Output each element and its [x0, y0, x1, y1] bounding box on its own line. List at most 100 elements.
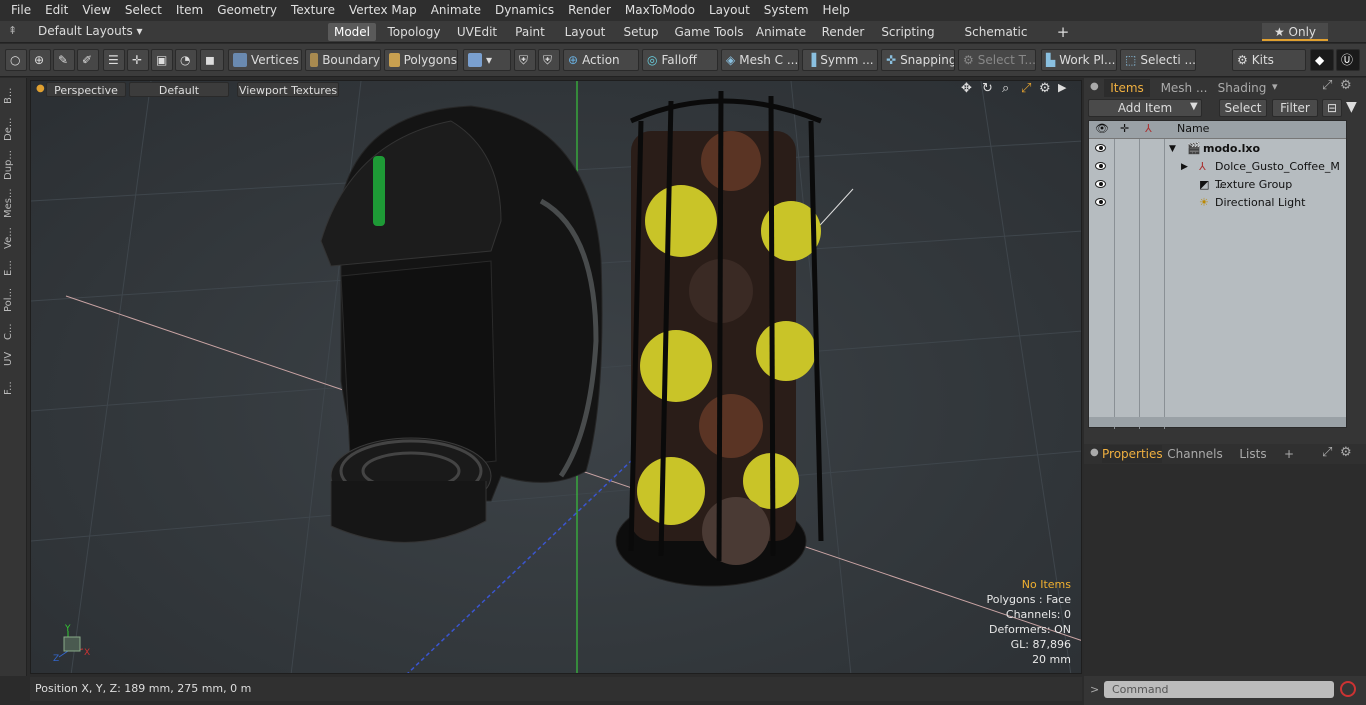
polygons-button[interactable]: Polygons	[384, 49, 458, 71]
side-tab-mesh-edit[interactable]: Mes...	[3, 186, 23, 220]
menu-system[interactable]: System	[757, 0, 816, 21]
maximize-icon[interactable]: ⤢	[1021, 81, 1031, 96]
tab-animate[interactable]: Animate	[754, 23, 808, 41]
menu-render[interactable]: Render	[561, 0, 618, 21]
rotate-icon[interactable]: ◔	[175, 49, 197, 71]
unreal-logo-icon[interactable]: Ⓤ	[1336, 49, 1360, 71]
menu-geometry[interactable]: Geometry	[210, 0, 284, 21]
properties-settings-icon[interactable]: ⚙	[1340, 445, 1352, 460]
globe-icon[interactable]: ⊕	[29, 49, 51, 71]
side-tab-curve[interactable]: C...	[3, 320, 23, 344]
view-type-dropdown[interactable]: Perspective	[46, 82, 126, 97]
viewport-menu-icon[interactable]: ●	[36, 83, 45, 94]
menu-dynamics[interactable]: Dynamics	[488, 0, 561, 21]
only-toggle[interactable]: ★ Only	[1262, 23, 1328, 41]
menu-edit[interactable]: Edit	[38, 0, 75, 21]
add-tab-button[interactable]: +	[1054, 23, 1072, 41]
item-row-scene[interactable]: ▼ 🎬 modo.lxo	[1089, 140, 1348, 158]
menu-file[interactable]: File	[4, 0, 38, 21]
tab-game-tools[interactable]: Game Tools	[673, 23, 745, 41]
shield-icon[interactable]: ⛨	[514, 49, 536, 71]
tab-layout[interactable]: Layout	[559, 23, 611, 41]
orbit-icon[interactable]: ↻	[982, 81, 993, 96]
item-row-texture-group[interactable]: ◩ Texture Group	[1089, 176, 1348, 194]
lock-column-icon[interactable]: ✛	[1120, 122, 1129, 135]
tab-uvedit[interactable]: UVEdit	[452, 23, 502, 41]
collapse-icon[interactable]: ⊟	[1322, 99, 1342, 117]
tab-schematic-fusion[interactable]: Schematic Fusion	[948, 23, 1044, 57]
tab-topology[interactable]: Topology	[385, 23, 443, 41]
eye-icon[interactable]	[1095, 198, 1106, 206]
tab-model[interactable]: Model	[328, 23, 376, 41]
properties-menu-icon[interactable]: ●	[1090, 447, 1099, 458]
eye-icon[interactable]	[1095, 162, 1106, 170]
side-tab-deform[interactable]: De...	[3, 114, 23, 144]
tab-overflow-icon[interactable]: ▾	[1272, 80, 1278, 93]
menu-animate[interactable]: Animate	[424, 0, 488, 21]
eye-icon[interactable]	[1095, 180, 1106, 188]
circle-select-icon[interactable]: ○	[5, 49, 27, 71]
menu-vertex-map[interactable]: Vertex Map	[342, 0, 424, 21]
mesh-constraint-button[interactable]: ◈ Mesh C ...	[721, 49, 799, 71]
panel-expand-icon[interactable]: ⤢	[1322, 78, 1332, 93]
type-column-icon[interactable]: ⅄	[1145, 122, 1152, 135]
viewport-settings-icon[interactable]: ⚙	[1039, 81, 1051, 96]
select-through-button[interactable]: ⚙ Select T...	[958, 49, 1036, 71]
vertices-button[interactable]: Vertices	[228, 49, 302, 71]
record-icon[interactable]	[1340, 681, 1356, 697]
pan-icon[interactable]: ✥	[961, 81, 972, 96]
selection-sets-button[interactable]: ⬚ Selecti ...	[1120, 49, 1196, 71]
tab-properties[interactable]: Properties	[1102, 445, 1163, 463]
tab-setup[interactable]: Setup	[620, 23, 662, 41]
tab-paint[interactable]: Paint	[512, 23, 548, 41]
tab-render[interactable]: Render	[818, 23, 868, 41]
tab-shading[interactable]: Shading	[1216, 79, 1268, 97]
side-tab-fusion[interactable]: F...	[3, 374, 23, 402]
boundary-button[interactable]: Boundary	[305, 49, 381, 71]
3d-viewport[interactable]: Y X Z ● Perspective Default Viewport Tex…	[30, 80, 1082, 674]
zoom-icon[interactable]: ⌕	[1002, 81, 1009, 96]
item-row-light[interactable]: ☀ Directional Light	[1089, 194, 1348, 212]
material-dropdown[interactable]: ▾	[463, 49, 511, 71]
menu-maxtomodo[interactable]: MaxToModo	[618, 0, 702, 21]
visibility-column-icon[interactable]: 👁	[1095, 122, 1109, 135]
center-icon[interactable]: ✛	[127, 49, 149, 71]
shading-dropdown[interactable]: Default	[129, 82, 229, 97]
tab-scripting[interactable]: Scripting	[878, 23, 938, 41]
tab-lists[interactable]: Lists	[1228, 445, 1278, 463]
select-button[interactable]: Select	[1219, 99, 1267, 117]
tab-mesh[interactable]: Mesh ...	[1156, 79, 1212, 97]
filter-funnel-icon[interactable]: ▼	[1346, 99, 1357, 115]
eye-icon[interactable]	[1095, 144, 1106, 152]
side-tab-vertex[interactable]: Ve...	[3, 224, 23, 252]
menu-item[interactable]: Item	[169, 0, 210, 21]
action-button[interactable]: ⊕ Action	[563, 49, 639, 71]
menu-help[interactable]: Help	[816, 0, 857, 21]
tab-channels[interactable]: Channels	[1166, 445, 1224, 463]
add-panel-tab-button[interactable]: +	[1282, 445, 1296, 463]
command-input[interactable]: Command	[1104, 681, 1334, 698]
menu-layout[interactable]: Layout	[702, 0, 757, 21]
side-tab-uv[interactable]: UV	[3, 348, 23, 370]
symmetry-button[interactable]: ▐ Symm ...	[802, 49, 878, 71]
side-tab-basic[interactable]: B...	[3, 82, 23, 110]
tab-items[interactable]: Items	[1104, 79, 1150, 97]
menu-view[interactable]: View	[75, 0, 117, 21]
falloff-button[interactable]: ◎ Falloff	[642, 49, 718, 71]
square-icon[interactable]: ▣	[151, 49, 173, 71]
horizontal-scrollbar[interactable]	[1089, 417, 1346, 427]
expand-arrow-icon[interactable]: ▼	[1169, 140, 1176, 158]
item-row-mesh[interactable]: ▶ ⅄ Dolce_Gusto_Coffee_M ...	[1089, 158, 1348, 191]
collapse-arrow-icon[interactable]: ▶	[1181, 158, 1188, 176]
properties-expand-icon[interactable]: ⤢	[1322, 445, 1332, 460]
paint-icon[interactable]: ✐	[77, 49, 99, 71]
layout-arrow-icon[interactable]: ⇞	[8, 24, 17, 37]
shield2-icon[interactable]: ⛨	[538, 49, 560, 71]
side-tab-duplicate[interactable]: Dup...	[3, 148, 23, 182]
default-layouts-dropdown[interactable]: Default Layouts ▾	[38, 24, 143, 38]
viewport-expand-icon[interactable]: ▶	[1058, 81, 1066, 94]
add-item-dropdown[interactable]: Add Item	[1088, 99, 1202, 117]
align-icon[interactable]: ☰	[103, 49, 125, 71]
filter-button[interactable]: Filter	[1272, 99, 1318, 117]
side-tab-edge[interactable]: E...	[3, 256, 23, 280]
